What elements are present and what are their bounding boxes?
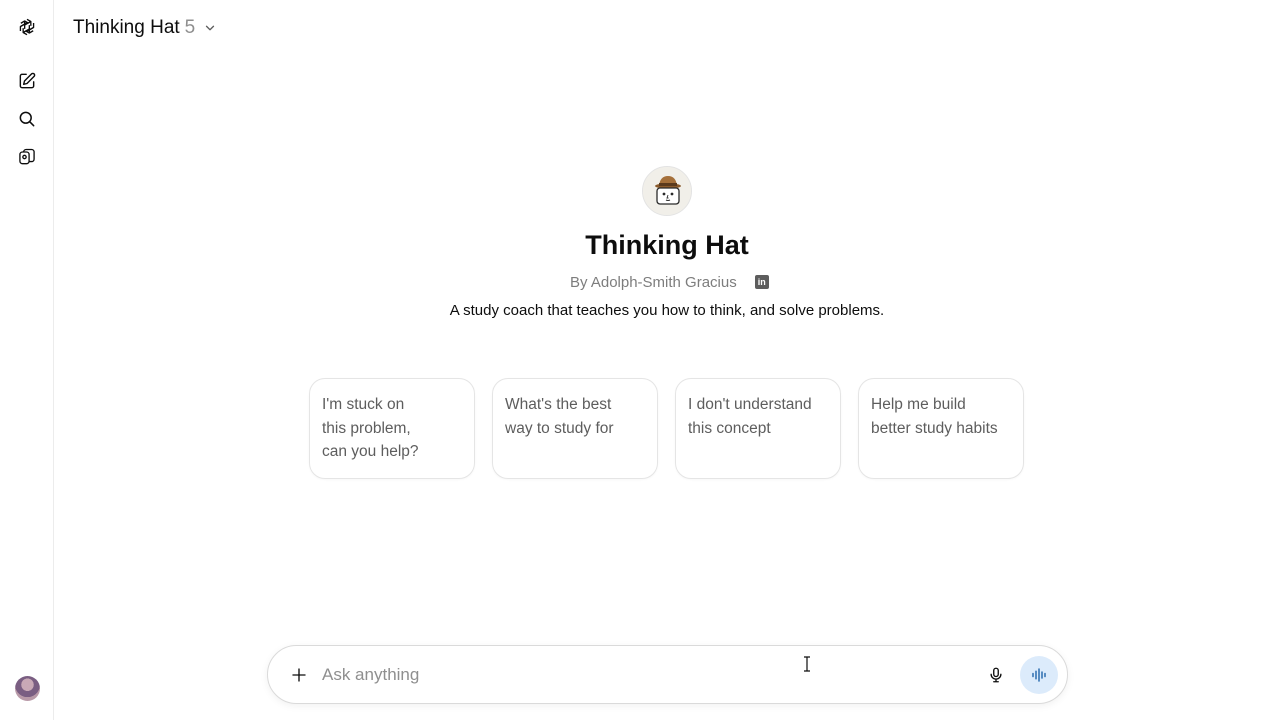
conversation-starters: I'm stuck on this problem, can you help?…	[309, 378, 1024, 479]
starter-line: can you help?	[322, 443, 419, 460]
dictate-button[interactable]	[981, 660, 1011, 690]
voice-mode-button[interactable]	[1020, 656, 1058, 694]
starter-line: What's the best	[505, 396, 612, 413]
plus-icon	[292, 668, 306, 682]
starter-line: better study habits	[871, 419, 998, 437]
gpt-avatar	[642, 166, 692, 216]
new-chat-button[interactable]	[11, 65, 43, 97]
gpt-title: Thinking Hat	[73, 17, 180, 38]
user-avatar[interactable]	[15, 676, 40, 701]
openai-logo-icon[interactable]	[11, 11, 43, 43]
starter-line: Help me build	[871, 396, 966, 413]
sidebar-rail	[0, 0, 54, 720]
starter-card[interactable]: What's the best way to study for	[492, 378, 658, 479]
starter-line: this problem,	[322, 419, 411, 437]
model-selector[interactable]: Thinking Hat 5	[73, 16, 217, 40]
linkedin-icon[interactable]: in	[754, 275, 769, 289]
gpts-icon	[19, 148, 35, 165]
author-text: By Adolph-Smith Gracius	[570, 273, 737, 291]
gpt-byline: By Adolph-Smith Gracius in	[570, 272, 769, 292]
starter-line: way to study for	[505, 419, 614, 437]
starter-card[interactable]: I'm stuck on this problem, can you help?	[309, 378, 475, 479]
gpt-name: Thinking Hat	[585, 230, 749, 260]
search-chats-button[interactable]	[11, 103, 43, 135]
starter-card[interactable]: Help me build better study habits	[858, 378, 1024, 479]
app-window: Thinking Hat 5 Thinking Hat By Adolph-Sm…	[0, 0, 1280, 720]
edit-icon	[19, 72, 36, 89]
starter-line: I'm stuck on	[322, 396, 405, 413]
starter-card[interactable]: I don't understand this concept	[675, 378, 841, 479]
waveform-icon	[1032, 668, 1046, 682]
gpt-description: A study coach that teaches you how to th…	[449, 302, 885, 319]
chevron-down-icon	[206, 25, 215, 31]
message-composer	[267, 645, 1068, 704]
microphone-icon	[990, 667, 1002, 683]
model-version: 5	[184, 17, 196, 38]
gpts-button[interactable]	[11, 141, 43, 173]
message-input[interactable]	[322, 660, 962, 690]
text-cursor-icon	[804, 656, 810, 672]
starter-line: I don't understand	[688, 396, 812, 413]
starter-line: this concept	[688, 419, 771, 437]
search-icon	[19, 111, 35, 127]
attach-button[interactable]	[284, 660, 314, 690]
